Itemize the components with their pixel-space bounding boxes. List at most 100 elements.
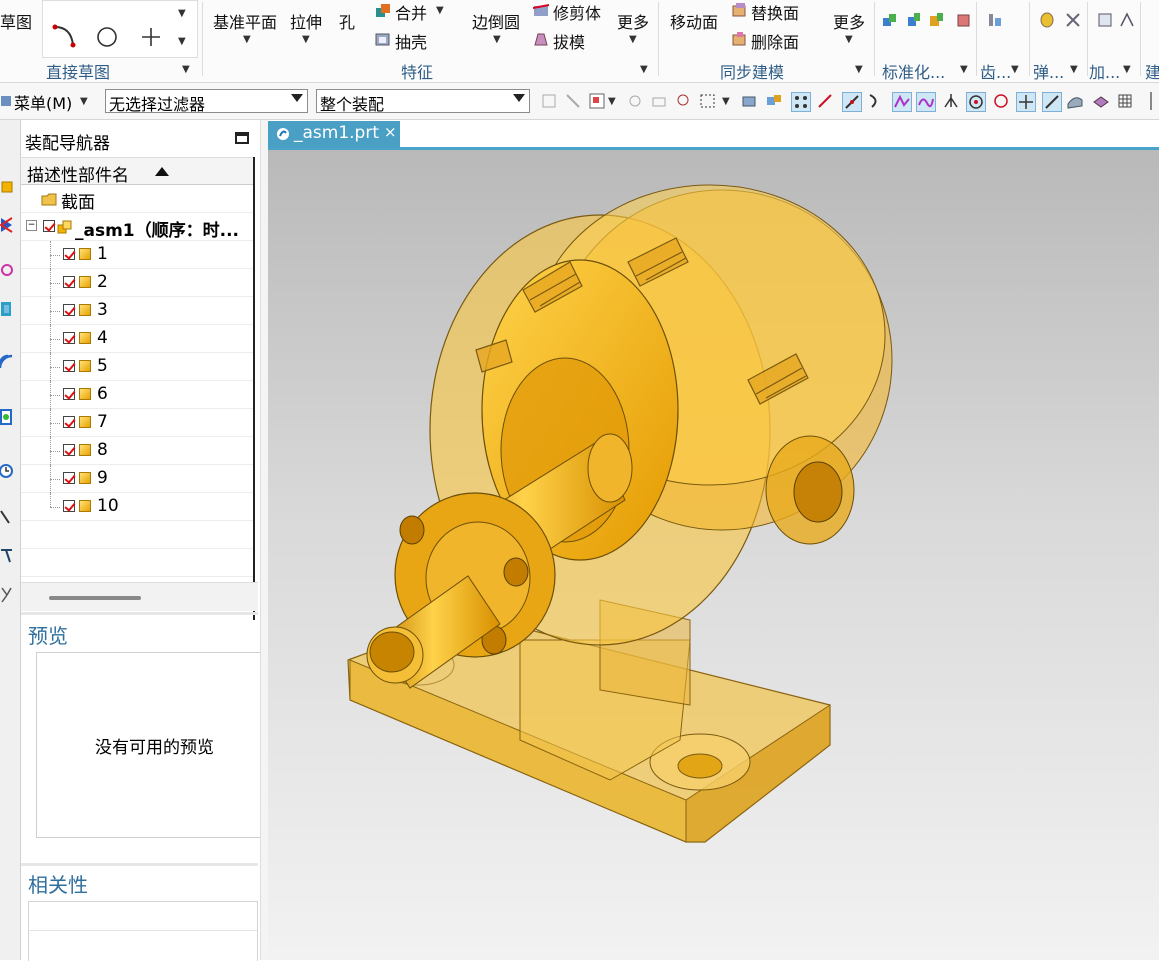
graphics-viewport[interactable] <box>268 150 1159 960</box>
more-sync-dropdown[interactable]: ▼ <box>845 34 853 45</box>
component-icon[interactable] <box>765 92 783 110</box>
edge-blend-button[interactable]: 边倒圆 <box>472 9 520 33</box>
scope-combo[interactable]: 整个装配 <box>316 89 530 114</box>
extrude-dropdown[interactable]: ▼ <box>302 34 310 45</box>
intersection-icon[interactable] <box>942 92 960 110</box>
tree-node-part[interactable]: 1 <box>21 241 253 269</box>
standard-part-icon[interactable] <box>882 12 898 28</box>
panel-splitter[interactable] <box>21 612 258 615</box>
snap-grid-icon[interactable] <box>791 92 811 112</box>
menu-icon[interactable] <box>0 94 12 108</box>
more-feature-button[interactable]: 更多 <box>617 9 649 33</box>
checkbox-part[interactable] <box>63 388 75 400</box>
checkbox-part[interactable] <box>63 248 75 260</box>
clock-icon[interactable] <box>0 463 14 479</box>
spring-icon[interactable] <box>1065 12 1081 28</box>
horizontal-scrollbar[interactable] <box>21 582 258 611</box>
filter-icon[interactable] <box>588 92 606 110</box>
replace-face-icon[interactable] <box>731 2 747 18</box>
trim-body-icon[interactable] <box>533 2 549 18</box>
close-icon[interactable]: × <box>384 123 397 141</box>
extrude-button[interactable]: 拉伸 <box>290 9 322 33</box>
standard-part-icon[interactable] <box>906 12 922 28</box>
role-icon[interactable] <box>0 586 14 604</box>
add-tool-icon[interactable] <box>1119 12 1135 28</box>
part-navigator-icon[interactable] <box>0 263 14 277</box>
gear-icon[interactable] <box>987 12 1003 28</box>
process-studio-icon[interactable] <box>0 509 14 525</box>
document-tab[interactable]: _asm1.prt × <box>268 121 400 147</box>
datum-plane-dropdown[interactable]: ▼ <box>243 34 251 45</box>
vertical-scrollbar[interactable] <box>253 157 255 620</box>
feature-group-dropdown[interactable]: ▼ <box>640 64 648 75</box>
draft-icon[interactable] <box>533 31 549 47</box>
standard-part-icon[interactable] <box>956 12 972 28</box>
tree-node-part[interactable]: 7 <box>21 409 253 437</box>
toolbar-gripper[interactable] <box>1150 92 1152 110</box>
checkbox-part[interactable] <box>63 332 75 344</box>
draft-button[interactable]: 拔模 <box>553 29 585 53</box>
replace-face-button[interactable]: 替换面 <box>751 0 799 24</box>
add-tool-icon[interactable] <box>1097 12 1113 28</box>
maximize-icon[interactable] <box>235 132 249 144</box>
trim-body-button[interactable]: 修剪体 <box>553 0 601 24</box>
history-icon[interactable] <box>0 408 14 426</box>
scrollbar-thumb[interactable] <box>49 596 141 600</box>
hole-button[interactable]: 孔 <box>339 9 355 33</box>
column-header[interactable]: 描述性部件名 <box>21 157 253 186</box>
gallery-expand-arrow[interactable]: ▼ <box>178 36 186 47</box>
direct-sketch-dropdown[interactable]: ▼ <box>182 64 190 75</box>
mid-point-icon[interactable] <box>842 92 862 112</box>
tree-node-part[interactable]: 8 <box>21 437 253 465</box>
solid-body-icon[interactable] <box>740 92 758 110</box>
end-point-icon[interactable] <box>816 92 834 110</box>
shell-icon[interactable] <box>375 31 391 47</box>
box-select-dropdown[interactable]: ▼ <box>722 96 730 107</box>
spring-icon[interactable] <box>1039 12 1055 28</box>
snap-icon[interactable] <box>626 92 644 110</box>
select-all-icon[interactable] <box>540 92 558 110</box>
checkbox-part[interactable] <box>63 276 75 288</box>
point-icon[interactable] <box>139 25 163 49</box>
existing-point-icon[interactable] <box>1016 92 1036 112</box>
tree-node-section[interactable]: 截面 <box>21 185 253 213</box>
sketch-button[interactable]: 草图 <box>0 9 32 33</box>
snap-icon[interactable] <box>675 92 693 110</box>
move-face-button[interactable]: 移动面 <box>670 9 718 33</box>
menu-button[interactable]: 菜单(M) <box>14 90 72 114</box>
unite-button[interactable]: 合并 <box>395 0 427 24</box>
standard-group-dropdown[interactable]: ▼ <box>960 64 968 75</box>
spring-group-dropdown[interactable]: ▼ <box>1070 64 1078 75</box>
assembly-navigator-icon[interactable] <box>0 178 16 194</box>
arc-center-icon[interactable] <box>966 92 986 112</box>
checkbox-part[interactable] <box>63 304 75 316</box>
point-on-curve-icon[interactable] <box>1042 92 1062 112</box>
panel-splitter[interactable] <box>21 863 258 866</box>
quadrant-icon[interactable] <box>992 92 1010 110</box>
tree-node-root[interactable]: − _asm1（顺序：时... <box>21 213 253 241</box>
unite-icon[interactable] <box>375 3 391 19</box>
add-group-dropdown[interactable]: ▼ <box>1123 64 1131 75</box>
checkbox-part[interactable] <box>63 500 75 512</box>
tree-node-part[interactable]: 9 <box>21 465 253 493</box>
assembly-3d-model[interactable] <box>268 150 1159 960</box>
datum-plane-button[interactable]: 基准平面 <box>213 9 277 33</box>
shell-button[interactable]: 抽壳 <box>395 29 427 53</box>
manufacturing-icon[interactable] <box>0 548 14 564</box>
menu-dropdown[interactable]: ▼ <box>80 96 88 107</box>
more-sync-button[interactable]: 更多 <box>833 9 865 33</box>
gear-group-dropdown[interactable]: ▼ <box>1011 64 1019 75</box>
checkbox-part[interactable] <box>63 472 75 484</box>
snap-icon[interactable] <box>650 92 668 110</box>
tree-node-part[interactable]: 10 <box>21 493 253 521</box>
grid-icon[interactable] <box>1116 92 1134 110</box>
curve-icon[interactable] <box>866 92 884 110</box>
checkbox-root[interactable] <box>43 220 55 232</box>
point-on-face-icon[interactable] <box>1066 92 1084 110</box>
standard-part-icon[interactable] <box>929 12 945 28</box>
selection-filter-combo[interactable]: 无选择过滤器 <box>105 89 308 114</box>
tree-node-part[interactable]: 4 <box>21 325 253 353</box>
tree-node-part[interactable]: 6 <box>21 381 253 409</box>
arc-icon[interactable] <box>51 23 79 49</box>
bounded-plane-icon[interactable] <box>1092 92 1110 110</box>
